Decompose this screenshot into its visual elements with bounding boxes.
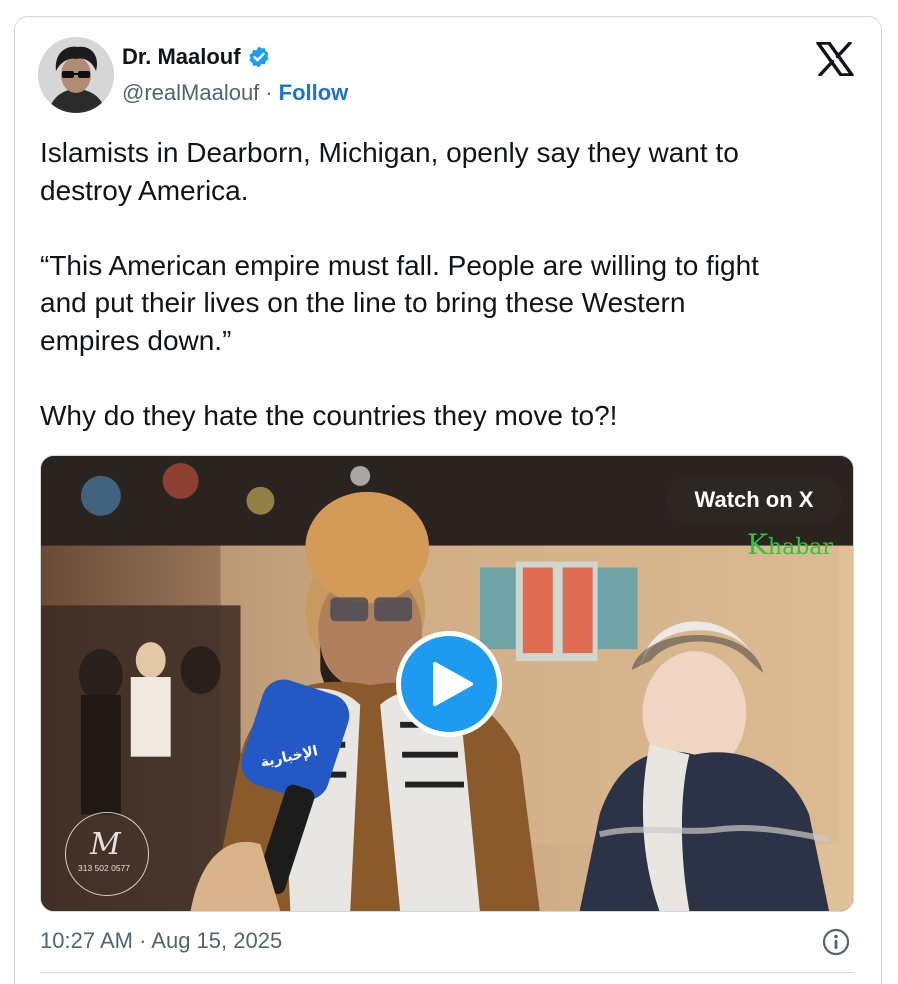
video-player[interactable]: Watch on X Khabar الإخبارية M 313 502 05… bbox=[40, 455, 854, 912]
divider bbox=[40, 972, 854, 973]
channel-logo: Khabar bbox=[747, 528, 833, 561]
info-icon[interactable] bbox=[822, 928, 850, 956]
channel-logo-initial: K bbox=[747, 528, 768, 561]
tweet-timestamp[interactable]: 10:27 AM · Aug 15, 2025 bbox=[40, 928, 282, 954]
x-logo-icon[interactable] bbox=[816, 41, 854, 77]
author-name-row: Dr. Maalouf bbox=[122, 44, 271, 70]
author-handle[interactable]: @realMaalouf bbox=[122, 80, 259, 106]
channel-logo-rest: habar bbox=[767, 535, 833, 560]
watermark-glyph: M bbox=[90, 827, 121, 862]
tweet-text: Islamists in Dearborn, Michigan, openly … bbox=[40, 137, 759, 431]
watch-on-x-button[interactable]: Watch on X bbox=[666, 475, 842, 525]
watermark-number: 313 502 0577 bbox=[78, 863, 130, 873]
verified-badge-icon bbox=[247, 45, 271, 69]
play-icon bbox=[433, 662, 473, 706]
author-handle-row: @realMaalouf · Follow bbox=[122, 80, 348, 106]
avatar[interactable] bbox=[38, 37, 114, 113]
separator-dot: · bbox=[265, 80, 273, 105]
author-display-name[interactable]: Dr. Maalouf bbox=[122, 44, 241, 70]
watermark-seal: M 313 502 0577 bbox=[65, 812, 149, 896]
play-button[interactable] bbox=[396, 631, 502, 737]
follow-button[interactable]: Follow bbox=[279, 80, 349, 106]
